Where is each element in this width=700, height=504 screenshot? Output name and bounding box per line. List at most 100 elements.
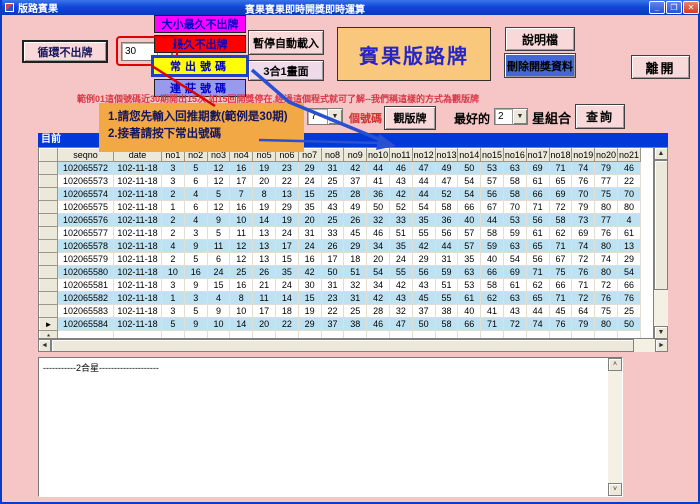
cell-number[interactable]: 77 (595, 175, 618, 188)
cell-seqno[interactable]: 102065575 (58, 201, 114, 214)
cell-number[interactable]: 63 (503, 292, 526, 305)
cell-number[interactable]: 76 (549, 318, 572, 331)
column-header[interactable]: no14 (458, 149, 481, 162)
cell-number[interactable]: 3 (162, 305, 185, 318)
cell-date[interactable]: 102-11-18 (114, 279, 162, 292)
cell-number[interactable]: 77 (595, 214, 618, 227)
scroll-left-icon[interactable]: ◄ (38, 339, 51, 352)
column-header[interactable]: no10 (367, 149, 390, 162)
cell-number[interactable]: 74 (572, 162, 595, 175)
cell-number[interactable]: 31 (321, 162, 344, 175)
cell-number[interactable]: 23 (321, 292, 344, 305)
cell-number[interactable]: 24 (275, 279, 298, 292)
cell-date[interactable]: 102-11-18 (114, 253, 162, 266)
cell-seqno[interactable]: 102065580 (58, 266, 114, 279)
cell-number[interactable]: 12 (207, 175, 230, 188)
cell-number[interactable]: 44 (412, 188, 435, 201)
cell-number[interactable]: 66 (526, 188, 549, 201)
cell-number[interactable]: 15 (207, 279, 230, 292)
number-count-combobox[interactable]: 7 ▼ (307, 108, 343, 125)
cell-number[interactable]: 41 (367, 175, 390, 188)
cell-number[interactable]: 16 (298, 253, 321, 266)
cell-number[interactable]: 54 (458, 175, 481, 188)
cell-date[interactable]: 102-11-18 (114, 201, 162, 214)
cell-number[interactable]: 53 (503, 214, 526, 227)
column-header[interactable]: no20 (595, 149, 618, 162)
cell-number[interactable]: 25 (344, 305, 367, 318)
view-board-button[interactable]: 觀版牌 (384, 106, 436, 130)
cell-number[interactable]: 2 (162, 214, 185, 227)
cell-number[interactable]: 80 (595, 318, 618, 331)
scroll-right-icon[interactable]: ► (655, 339, 668, 352)
cell-number[interactable]: 52 (435, 188, 458, 201)
cell-number[interactable]: 10 (162, 266, 185, 279)
cell-number[interactable]: 9 (207, 305, 230, 318)
cell-date[interactable]: 102-11-18 (114, 318, 162, 331)
row-selector[interactable] (40, 253, 58, 266)
cell-number[interactable]: 20 (253, 175, 276, 188)
cell-number[interactable]: 61 (526, 175, 549, 188)
cell-number[interactable]: 69 (549, 188, 572, 201)
cell-number[interactable]: 29 (344, 240, 367, 253)
cell-number[interactable]: 54 (617, 266, 640, 279)
chevron-down-icon[interactable]: ▼ (327, 109, 342, 124)
cell-number[interactable]: 58 (481, 227, 504, 240)
cell-number[interactable]: 25 (230, 266, 253, 279)
cell-number[interactable]: 35 (275, 266, 298, 279)
cell-empty[interactable] (389, 331, 412, 340)
cell-number[interactable]: 12 (207, 162, 230, 175)
cell-empty[interactable] (162, 331, 185, 340)
cell-number[interactable]: 25 (321, 175, 344, 188)
cell-seqno[interactable]: 102065577 (58, 227, 114, 240)
cell-number[interactable]: 26 (344, 214, 367, 227)
cell-number[interactable]: 36 (435, 214, 458, 227)
cell-number[interactable]: 65 (526, 240, 549, 253)
cell-number[interactable]: 58 (503, 175, 526, 188)
cell-number[interactable]: 75 (595, 305, 618, 318)
cell-number[interactable]: 59 (503, 227, 526, 240)
cell-number[interactable]: 61 (503, 279, 526, 292)
cell-number[interactable]: 66 (458, 318, 481, 331)
cell-date[interactable]: 102-11-18 (114, 305, 162, 318)
cell-number[interactable]: 50 (412, 318, 435, 331)
cell-number[interactable]: 80 (617, 201, 640, 214)
cell-number[interactable]: 79 (595, 162, 618, 175)
row-selector[interactable] (40, 227, 58, 240)
cell-number[interactable]: 67 (481, 201, 504, 214)
cell-seqno[interactable]: 102065584 (58, 318, 114, 331)
cell-number[interactable]: 4 (162, 240, 185, 253)
cell-number[interactable]: 50 (321, 266, 344, 279)
column-header[interactable]: no16 (503, 149, 526, 162)
cell-number[interactable]: 3 (184, 292, 207, 305)
cell-number[interactable]: 80 (595, 201, 618, 214)
cell-number[interactable]: 70 (617, 188, 640, 201)
cell-number[interactable]: 5 (184, 253, 207, 266)
cell-number[interactable]: 46 (367, 318, 390, 331)
column-header[interactable]: no17 (526, 149, 549, 162)
cell-number[interactable]: 15 (275, 253, 298, 266)
cell-number[interactable]: 54 (367, 266, 390, 279)
cell-number[interactable]: 55 (412, 227, 435, 240)
cell-number[interactable]: 65 (526, 292, 549, 305)
cell-empty[interactable] (503, 331, 526, 340)
cell-number[interactable]: 38 (435, 305, 458, 318)
cell-empty[interactable] (298, 331, 321, 340)
column-header[interactable]: no19 (572, 149, 595, 162)
row-selector[interactable] (40, 266, 58, 279)
cell-number[interactable]: 47 (412, 162, 435, 175)
cell-seqno[interactable]: 102065578 (58, 240, 114, 253)
cell-number[interactable]: 33 (321, 227, 344, 240)
cell-date[interactable]: 102-11-18 (114, 162, 162, 175)
cell-number[interactable]: 71 (572, 279, 595, 292)
cell-number[interactable]: 63 (503, 240, 526, 253)
cell-number[interactable]: 19 (298, 305, 321, 318)
cell-number[interactable]: 71 (549, 292, 572, 305)
cell-number[interactable]: 57 (458, 227, 481, 240)
cell-seqno[interactable]: 102065582 (58, 292, 114, 305)
row-pointer-icon[interactable]: ► (40, 318, 58, 331)
cell-number[interactable]: 10 (230, 305, 253, 318)
cell-number[interactable]: 50 (458, 162, 481, 175)
cell-number[interactable]: 34 (367, 279, 390, 292)
cell-number[interactable]: 16 (230, 201, 253, 214)
cell-empty[interactable] (114, 331, 162, 340)
